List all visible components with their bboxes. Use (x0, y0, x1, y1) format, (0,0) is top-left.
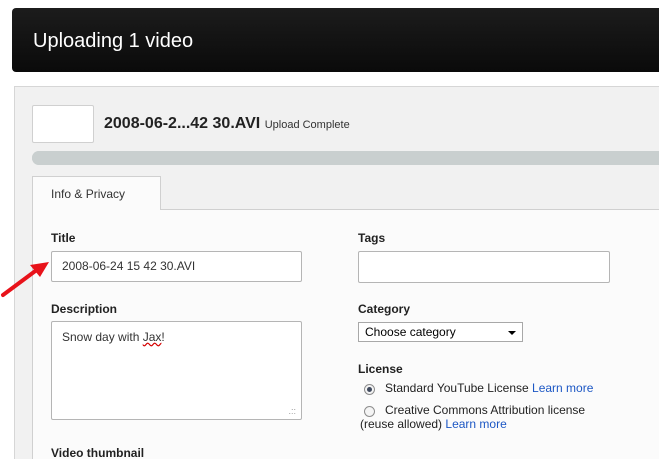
category-selected-value: Choose category (365, 325, 456, 339)
tab-info-privacy[interactable]: Info & Privacy (32, 176, 161, 211)
upload-file-info: 2008-06-2...42 30.AVI Upload Complete (104, 115, 350, 133)
license-standard-learn-more-link[interactable]: Learn more (532, 381, 593, 395)
license-standard-label: Standard YouTube License (385, 381, 529, 395)
upload-header-bar: Uploading 1 video (12, 8, 659, 72)
tab-strip: Info & Privacy (32, 176, 659, 211)
tags-input[interactable] (358, 251, 610, 283)
description-textarea[interactable]: Snow day with Jax! .:: (51, 321, 302, 420)
license-cc-option-line2: (reuse allowed) Learn more (360, 417, 507, 431)
license-cc-reuse-text: (reuse allowed) (360, 417, 443, 431)
misspelled-word: Jax (142, 330, 162, 344)
license-cc-option-line1: Creative Commons Attribution license (385, 403, 586, 417)
license-standard-radio[interactable] (364, 384, 375, 395)
upload-status: Upload Complete (264, 119, 350, 131)
license-standard-option: Standard YouTube License Learn more (385, 381, 593, 395)
license-cc-radio[interactable] (364, 406, 375, 417)
title-label: Title (51, 231, 76, 245)
tags-label: Tags (358, 231, 386, 245)
upload-progress-bar (32, 151, 659, 165)
video-thumbnail-label: Video thumbnail (51, 446, 145, 460)
description-label: Description (51, 302, 118, 316)
license-label: License (358, 362, 403, 376)
resize-grip-icon[interactable]: .:: (288, 406, 296, 416)
category-label: Category (358, 302, 411, 316)
page-title: Uploading 1 video (33, 30, 194, 52)
license-cc-learn-more-link[interactable]: Learn more (445, 417, 506, 431)
file-name: 2008-06-2...42 30.AVI (104, 115, 261, 132)
title-input-value: 2008-06-24 15 42 30.AVI (62, 259, 196, 273)
category-select[interactable]: Choose category (358, 322, 523, 342)
annotation-arrow-icon (1, 262, 49, 297)
video-thumbnail-placeholder (32, 105, 94, 143)
dropdown-caret-icon (508, 331, 516, 335)
description-text: Snow day with Jax! (62, 330, 165, 344)
title-input[interactable]: 2008-06-24 15 42 30.AVI (51, 251, 302, 282)
upload-progress-fill (32, 151, 659, 165)
